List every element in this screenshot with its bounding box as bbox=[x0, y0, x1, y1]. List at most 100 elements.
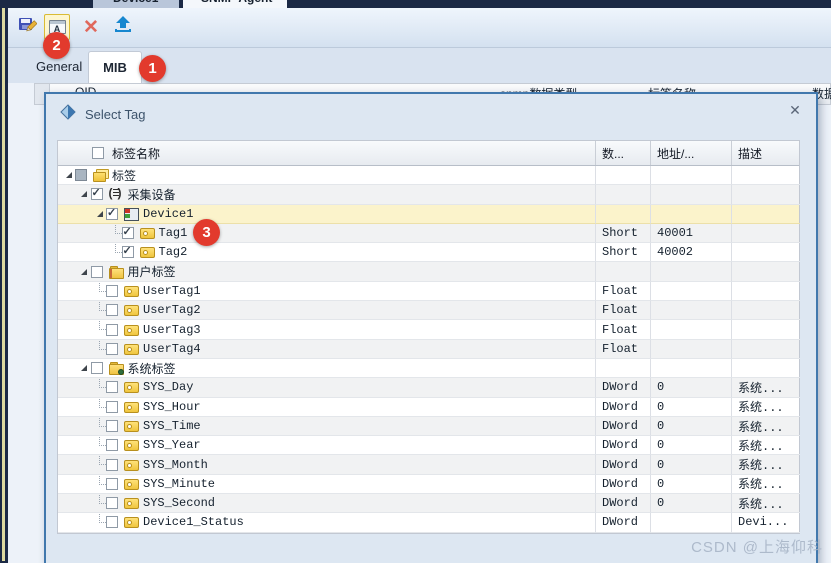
cell-data-type: DWord bbox=[596, 436, 651, 455]
tree-row[interactable]: SYS_DayDWord0系统... bbox=[58, 378, 799, 397]
device-group-icon bbox=[109, 188, 124, 200]
row-checkbox-unchecked[interactable] bbox=[106, 478, 118, 490]
folder-clock-icon bbox=[109, 362, 124, 374]
dialog-close-button[interactable]: ✕ bbox=[786, 101, 804, 119]
row-checkbox-unchecked[interactable] bbox=[106, 401, 118, 413]
watermark: CSDN @上海仰科 bbox=[691, 536, 823, 557]
upload-button[interactable] bbox=[110, 14, 136, 40]
tree-row[interactable]: Tag2Short40002 bbox=[58, 243, 799, 262]
select-all-checkbox[interactable] bbox=[92, 147, 104, 159]
expand-arrow-icon[interactable] bbox=[62, 172, 75, 178]
row-checkbox-unchecked[interactable] bbox=[106, 381, 118, 393]
cell-data-type: DWord bbox=[596, 455, 651, 474]
tree-row[interactable]: SYS_YearDWord0系统... bbox=[58, 436, 799, 455]
select-tag-dialog: Select Tag ✕ 标签名称 数... 地址/... 描述 标签采集设备D… bbox=[44, 92, 818, 563]
cell-description bbox=[732, 301, 800, 320]
window-left-edge bbox=[0, 0, 8, 563]
row-checkbox-unchecked[interactable] bbox=[106, 439, 118, 451]
tree-row[interactable]: 标签 bbox=[58, 166, 799, 185]
tab-device1[interactable]: Device1 bbox=[93, 0, 179, 8]
row-checkbox-unchecked[interactable] bbox=[106, 497, 118, 509]
tree-row[interactable]: Tag1Short40001 bbox=[58, 224, 799, 243]
tree-row[interactable]: SYS_TimeDWord0系统... bbox=[58, 417, 799, 436]
tag-name-label: 用户标签 bbox=[128, 263, 176, 280]
tab-mib-active[interactable]: MIB bbox=[88, 51, 142, 83]
delete-button[interactable]: ✕ bbox=[78, 14, 104, 40]
cell-data-type bbox=[596, 359, 651, 378]
row-checkbox-unchecked[interactable] bbox=[106, 324, 118, 336]
cell-data-type: DWord bbox=[596, 378, 651, 397]
cell-data-type: DWord bbox=[596, 513, 651, 532]
cell-data-type bbox=[596, 205, 651, 224]
folder-icon bbox=[109, 266, 124, 278]
cell-data-type: Float bbox=[596, 320, 651, 339]
row-checkbox-unchecked[interactable] bbox=[106, 420, 118, 432]
row-checkbox-checked[interactable] bbox=[91, 188, 103, 200]
tree-connector bbox=[93, 301, 106, 319]
cell-address: 0 bbox=[651, 494, 732, 513]
cell-address: 0 bbox=[651, 436, 732, 455]
row-checkbox-checked[interactable] bbox=[122, 227, 134, 239]
tag-name-label: Tag1 bbox=[159, 226, 188, 240]
cell-tag-name: 标签 bbox=[58, 166, 596, 185]
tag-name-label: Device1 bbox=[143, 207, 193, 221]
row-checkbox-unchecked[interactable] bbox=[106, 304, 118, 316]
tree-connector bbox=[93, 475, 106, 493]
tree-row[interactable]: UserTag3Float bbox=[58, 320, 799, 339]
cell-address bbox=[651, 282, 732, 301]
expand-arrow-icon[interactable] bbox=[78, 191, 91, 197]
triangle-glyph bbox=[97, 211, 103, 217]
cell-address bbox=[651, 205, 732, 224]
expand-arrow-icon[interactable] bbox=[78, 365, 91, 371]
cell-description bbox=[732, 205, 800, 224]
cell-tag-name: SYS_Month bbox=[58, 455, 596, 474]
tree-row[interactable]: 用户标签 bbox=[58, 262, 799, 281]
tree-row[interactable]: Device1 bbox=[58, 205, 799, 224]
tree-row[interactable]: SYS_HourDWord0系统... bbox=[58, 398, 799, 417]
cell-address: 0 bbox=[651, 475, 732, 494]
cell-address: 40002 bbox=[651, 243, 732, 262]
tree-row[interactable]: 系统标签 bbox=[58, 359, 799, 378]
tree-row[interactable]: SYS_MonthDWord0系统... bbox=[58, 455, 799, 474]
tree-row[interactable]: SYS_SecondDWord0系统... bbox=[58, 494, 799, 513]
tag-name-label: 采集设备 bbox=[128, 186, 176, 203]
row-checkbox-unchecked[interactable] bbox=[106, 516, 118, 528]
tree-connector bbox=[93, 494, 106, 512]
header-name-label: 标签名称 bbox=[112, 145, 160, 162]
tab-general[interactable]: General bbox=[36, 59, 82, 74]
tree-row[interactable]: UserTag1Float bbox=[58, 282, 799, 301]
row-checkbox-unchecked[interactable] bbox=[106, 459, 118, 471]
cell-address: 0 bbox=[651, 455, 732, 474]
expand-arrow-icon[interactable] bbox=[93, 211, 106, 217]
tree-row[interactable]: 采集设备 bbox=[58, 185, 799, 204]
cell-address: 40001 bbox=[651, 224, 732, 243]
document-tab-strip: Device1 SNMP Agent bbox=[0, 0, 831, 8]
row-checkbox-unchecked[interactable] bbox=[106, 343, 118, 355]
row-checkbox-checked[interactable] bbox=[122, 246, 134, 258]
triangle-glyph bbox=[66, 172, 72, 178]
row-checkbox-checked[interactable] bbox=[106, 208, 118, 220]
tree-row[interactable]: SYS_MinuteDWord0系统... bbox=[58, 475, 799, 494]
cell-description bbox=[732, 243, 800, 262]
row-checkbox-unchecked[interactable] bbox=[91, 266, 103, 278]
row-checkbox-unchecked[interactable] bbox=[106, 285, 118, 297]
cell-data-type: DWord bbox=[596, 417, 651, 436]
cell-address: 0 bbox=[651, 398, 732, 417]
tree-row[interactable]: Device1_StatusDWordDevi... bbox=[58, 513, 799, 532]
tree-connector bbox=[109, 243, 122, 261]
cell-description: 系统... bbox=[732, 436, 800, 455]
row-checkbox-indeterminate[interactable] bbox=[75, 169, 87, 181]
tree-row[interactable]: UserTag4Float bbox=[58, 340, 799, 359]
save-button[interactable] bbox=[14, 14, 40, 40]
cell-tag-name: UserTag4 bbox=[58, 340, 596, 359]
row-checkbox-unchecked[interactable] bbox=[91, 362, 103, 374]
cell-tag-name: Device1_Status bbox=[58, 513, 596, 532]
tree-connector bbox=[109, 224, 122, 242]
cell-description: 系统... bbox=[732, 455, 800, 474]
tab-snmp-agent[interactable]: SNMP Agent bbox=[183, 0, 287, 8]
tree-row[interactable]: UserTag2Float bbox=[58, 301, 799, 320]
tag-name-label: SYS_Hour bbox=[143, 400, 201, 414]
tree-connector bbox=[93, 340, 106, 358]
expand-arrow-icon[interactable] bbox=[78, 269, 91, 275]
app-window: Device1 SNMP Agent bbox=[0, 0, 831, 563]
